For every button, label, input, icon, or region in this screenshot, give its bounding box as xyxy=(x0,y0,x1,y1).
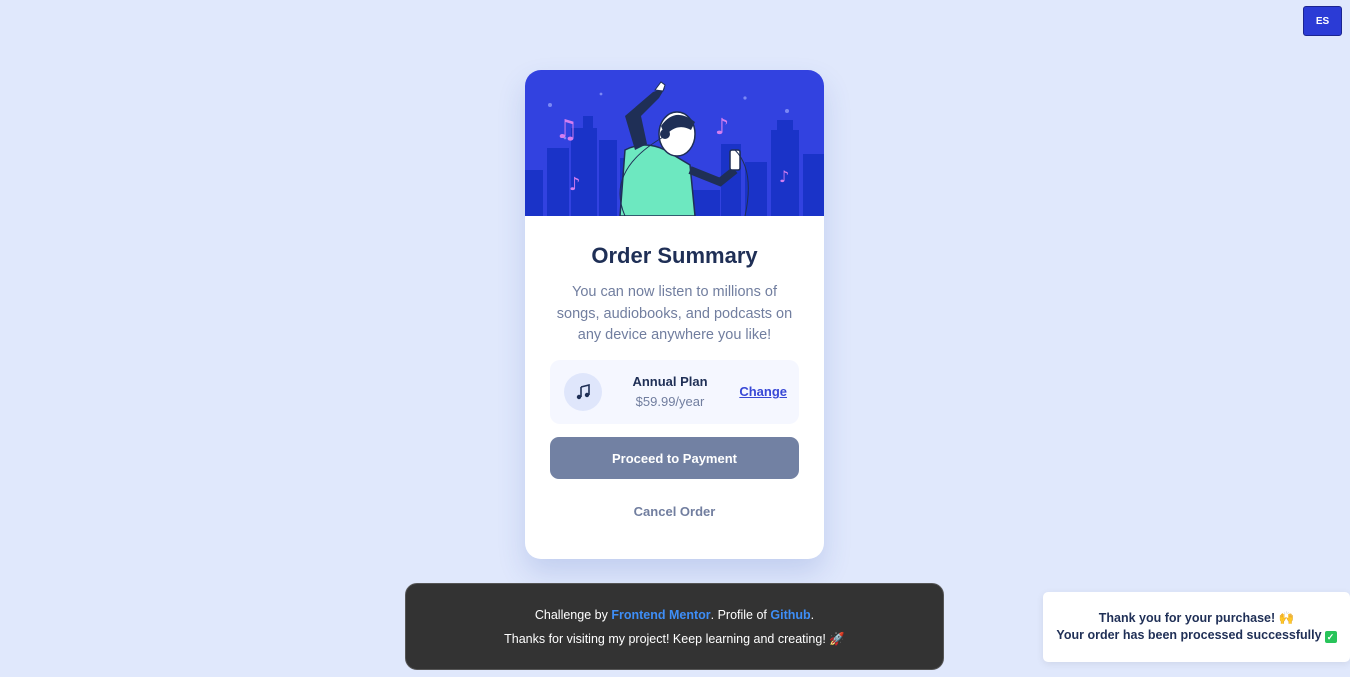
footer-prefix-text: Challenge by xyxy=(534,608,612,622)
check-mark-icon: ✓ xyxy=(1324,631,1337,643)
footer-suffix-text: . xyxy=(810,608,815,622)
svg-text:♪: ♪ xyxy=(715,115,729,140)
plan-price: $59.99/year xyxy=(635,394,705,409)
frontend-mentor-link[interactable]: Frontend Mentor xyxy=(611,608,710,622)
footer-attribution: Challenge by Frontend Mentor. Profile of… xyxy=(406,608,943,622)
change-plan-link[interactable]: Change xyxy=(739,384,787,399)
purchase-toast: Thank you for your purchase! 🙌 Your orde… xyxy=(1043,592,1350,662)
language-toggle-button[interactable]: ES xyxy=(1303,6,1342,36)
toast-line-1: Thank you for your purchase! 🙌 xyxy=(1043,611,1350,626)
hero-illustration-svg: ♫ ♪ ♪ ♪ xyxy=(525,70,824,216)
toast-line-2-text: Your order has been processed successful… xyxy=(1056,628,1322,642)
music-note-icon xyxy=(564,373,602,411)
order-summary-description: You can now listen to millions of songs,… xyxy=(556,284,793,343)
page: ES ♫ ♪ ♪ ♪ Order Summary You can now lis… xyxy=(0,0,1350,677)
order-summary-card: ♫ ♪ ♪ ♪ Order Summary You can now listen xyxy=(525,70,824,559)
footer-middle-text: . Profile of xyxy=(710,608,771,622)
toast-line-2: Your order has been processed successful… xyxy=(1043,628,1350,643)
raised-hands-icon: 🙌 xyxy=(1278,611,1295,625)
footer-thanks-text: Thanks for visiting my project! Keep lea… xyxy=(504,632,826,646)
rocket-icon: 🚀 xyxy=(829,632,845,646)
proceed-to-payment-button[interactable]: Proceed to Payment xyxy=(550,437,799,479)
plan-name: Annual Plan xyxy=(632,374,708,389)
svg-text:♫: ♫ xyxy=(555,115,578,145)
github-link[interactable]: Github xyxy=(770,608,810,622)
svg-text:♪: ♪ xyxy=(779,167,789,186)
svg-text:♪: ♪ xyxy=(569,174,581,195)
cancel-order-button[interactable]: Cancel Order xyxy=(525,504,824,519)
order-summary-title: Order Summary xyxy=(591,243,758,268)
toast-line-1-text: Thank you for your purchase! xyxy=(1098,611,1276,625)
footer: Challenge by Frontend Mentor. Profile of… xyxy=(405,583,944,670)
plan-summary: Annual Plan $59.99/year Change xyxy=(550,360,799,424)
hero-illustration: ♫ ♪ ♪ ♪ xyxy=(525,70,824,216)
footer-thanks: Thanks for visiting my project! Keep lea… xyxy=(406,632,943,647)
